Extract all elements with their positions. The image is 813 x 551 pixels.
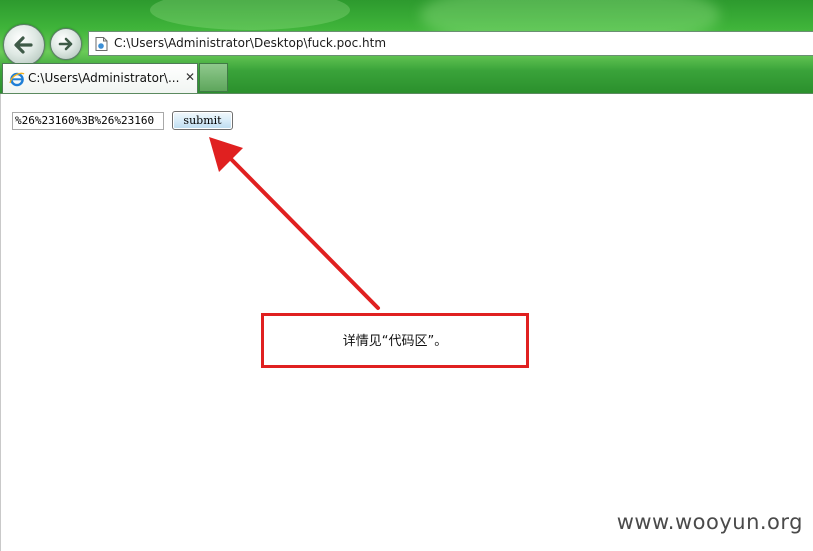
forward-arrow-icon xyxy=(58,37,73,51)
forward-button[interactable] xyxy=(50,28,82,60)
address-bar[interactable]: C:\Users\Administrator\Desktop\fuck.poc.… xyxy=(88,31,813,56)
close-icon[interactable]: ✕ xyxy=(185,70,195,84)
chrome-glow xyxy=(150,0,350,30)
watermark: www.wooyun.org xyxy=(616,510,803,534)
ie-icon xyxy=(9,72,25,87)
new-tab-button[interactable] xyxy=(199,63,228,92)
back-button[interactable] xyxy=(3,24,45,66)
payload-input[interactable]: %26%23160%3B%26%23160 xyxy=(12,112,164,130)
back-arrow-icon xyxy=(14,36,33,54)
tab-active[interactable]: C:\Users\Administrator\... ✕ xyxy=(2,63,198,93)
annotation-box: 详情见“代码区”。 xyxy=(261,313,529,368)
page-icon xyxy=(95,37,108,51)
browser-chrome: C:\Users\Administrator\Desktop\fuck.poc.… xyxy=(0,0,813,94)
window-border xyxy=(0,94,1,551)
annotation-text: 详情见“代码区”。 xyxy=(342,334,448,349)
address-text: C:\Users\Administrator\Desktop\fuck.poc.… xyxy=(114,36,387,50)
tab-title: C:\Users\Administrator\... xyxy=(28,71,180,85)
submit-button[interactable]: submit xyxy=(172,111,233,130)
